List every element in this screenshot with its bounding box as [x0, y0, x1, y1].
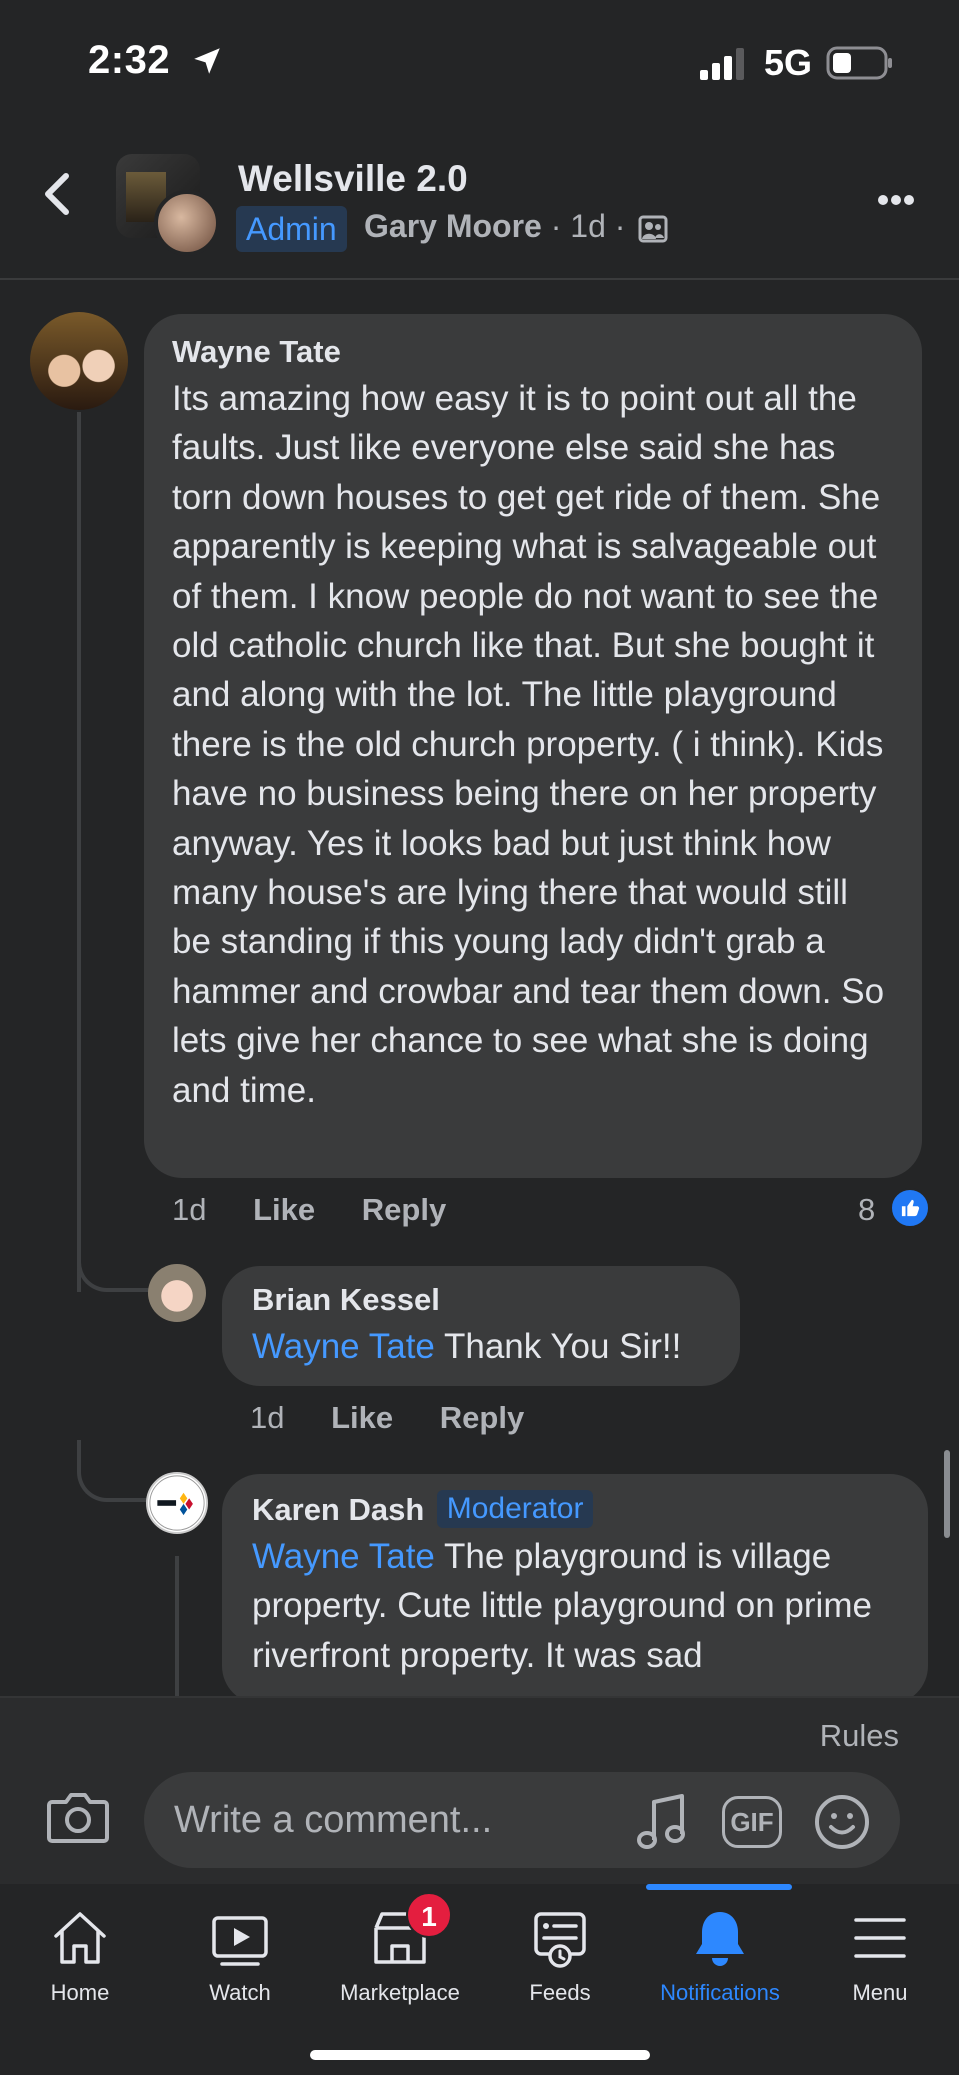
nav-marketplace[interactable]: 1 Marketplace — [320, 1892, 480, 2006]
comment-actions: 1d Like Reply — [172, 1192, 484, 1228]
back-chevron-icon[interactable] — [36, 168, 80, 220]
comment-body: Thank You Sir!! — [434, 1327, 682, 1366]
group-members-icon — [638, 215, 668, 243]
mention-link[interactable]: Wayne Tate — [252, 1327, 435, 1366]
comment-text: Wayne Tate The playground is village pro… — [252, 1532, 898, 1680]
thread-line-reply — [175, 1556, 179, 1696]
thread-connector — [77, 1230, 153, 1292]
status-bar: 2:32 5G — [0, 0, 959, 120]
comment-input[interactable] — [144, 1772, 900, 1868]
nav-home[interactable]: Home — [0, 1906, 160, 2006]
nav-label: Feeds — [529, 1980, 591, 2005]
meta-separator-2: · — [614, 208, 626, 244]
comment-time: 1d — [172, 1192, 207, 1227]
moderator-badge: Moderator — [436, 1490, 594, 1528]
status-time: 2:32 — [88, 38, 171, 82]
camera-icon[interactable] — [46, 1788, 110, 1844]
meta-separator: · — [550, 208, 562, 244]
notification-badge: 1 — [406, 1892, 452, 1938]
like-button[interactable]: Like — [253, 1192, 315, 1227]
bottom-navigation: Home Watch 1 Marketplace Feeds Notificat… — [0, 1884, 959, 2075]
signal-strength-icon — [700, 48, 744, 80]
music-note-icon[interactable] — [636, 1792, 690, 1852]
post-header: Wellsville 2.0 Admin Gary Moore · 1d · — [0, 120, 959, 280]
commenter-name[interactable]: Wayne Tate — [172, 334, 341, 370]
more-options-icon[interactable] — [878, 192, 922, 208]
comment-bubble[interactable]: Wayne Tate Its amazing how easy it is to… — [144, 314, 922, 1178]
admin-badge: Admin — [236, 206, 347, 252]
home-icon — [54, 1912, 106, 1964]
comment-bubble[interactable]: Brian Kessel Wayne Tate Thank You Sir!! — [222, 1266, 740, 1386]
nav-feeds[interactable]: Feeds — [480, 1906, 640, 2006]
home-indicator[interactable] — [310, 2050, 650, 2060]
nav-label: Home — [50, 1980, 110, 2005]
watch-icon — [212, 1916, 268, 1966]
thread-line — [77, 412, 81, 1292]
nav-watch[interactable]: Watch — [160, 1906, 320, 2006]
battery-icon — [826, 46, 892, 80]
steelers-logo-avatar[interactable] — [146, 1472, 208, 1534]
reply-button[interactable]: Reply — [362, 1192, 446, 1227]
reaction-count[interactable]: 8 — [858, 1192, 875, 1228]
comment-actions: 1d Like Reply — [250, 1400, 562, 1436]
gif-button[interactable]: GIF — [722, 1796, 782, 1848]
comment-time: 1d — [250, 1400, 285, 1435]
emoji-icon[interactable] — [814, 1794, 870, 1850]
location-arrow-icon — [194, 48, 220, 74]
comment-bubble[interactable]: Karen Dash Moderator Wayne Tate The play… — [222, 1474, 928, 1704]
scrollbar[interactable] — [944, 1450, 950, 1538]
comment-text: Wayne Tate Thank You Sir!! — [252, 1322, 710, 1371]
feeds-icon — [534, 1912, 586, 1968]
network-type: 5G — [764, 42, 813, 83]
bell-icon — [696, 1912, 744, 1966]
commenter-name[interactable]: Karen Dash — [252, 1492, 424, 1528]
like-button[interactable]: Like — [331, 1400, 393, 1435]
commenter-avatar[interactable] — [148, 1264, 206, 1322]
group-name[interactable]: Wellsville 2.0 — [238, 158, 468, 200]
active-tab-indicator — [646, 1884, 792, 1890]
nav-label: Notifications — [660, 1980, 780, 2005]
post-timestamp: 1d — [570, 208, 606, 244]
nav-label: Menu — [852, 1980, 908, 2005]
post-meta: Gary Moore · 1d · — [364, 208, 625, 245]
nav-notifications[interactable]: Notifications — [640, 1906, 800, 2006]
author-avatar[interactable] — [154, 190, 220, 256]
mention-link[interactable]: Wayne Tate — [252, 1537, 435, 1576]
commenter-avatar[interactable] — [30, 312, 128, 410]
menu-icon — [854, 1918, 906, 1958]
nav-menu[interactable]: Menu — [800, 1906, 959, 2006]
comment-composer: Rules GIF — [0, 1696, 959, 1884]
nav-label: Watch — [209, 1980, 271, 2005]
rules-link[interactable]: Rules — [820, 1718, 899, 1754]
nav-label: Marketplace — [340, 1980, 460, 2005]
like-reaction-icon[interactable] — [890, 1188, 930, 1228]
thread-connector — [77, 1440, 153, 1502]
comment-text: Its amazing how easy it is to point out … — [172, 379, 885, 1110]
reply-button[interactable]: Reply — [440, 1400, 524, 1435]
commenter-name[interactable]: Brian Kessel — [252, 1282, 440, 1318]
post-author[interactable]: Gary Moore — [364, 208, 542, 244]
